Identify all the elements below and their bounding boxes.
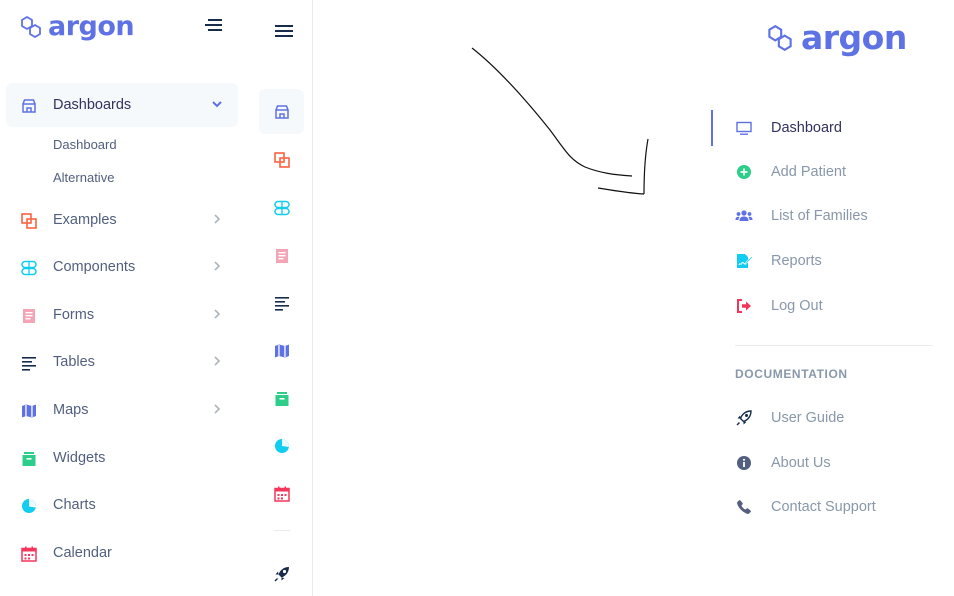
submenu-item-dashboard[interactable]: Dashboard bbox=[53, 137, 117, 152]
chevron-right-icon bbox=[210, 307, 224, 321]
archive-icon bbox=[275, 391, 288, 406]
chevron-right-icon bbox=[210, 259, 224, 273]
hamburger-icon bbox=[275, 25, 293, 37]
sidenav-toggler[interactable] bbox=[203, 17, 223, 33]
calendar-icon bbox=[20, 545, 38, 563]
mini-sidebar bbox=[252, 0, 313, 596]
sidebar-item-label: Dashboards bbox=[53, 97, 132, 113]
ui-pills-icon bbox=[20, 259, 38, 277]
nav-item-reports[interactable]: Reports bbox=[735, 246, 935, 276]
nav-item-list-of-families[interactable]: List of Families bbox=[735, 201, 935, 231]
mini-item-maps[interactable] bbox=[259, 328, 304, 373]
submenu-item-alternative[interactable]: Alternative bbox=[53, 170, 114, 185]
hexagons-icon bbox=[768, 25, 792, 51]
calendar-icon bbox=[273, 486, 290, 502]
mini-item-forms[interactable] bbox=[259, 233, 304, 278]
sidebar-item-widgets[interactable]: Widgets bbox=[6, 436, 238, 480]
mini-divider bbox=[274, 530, 290, 531]
chevron-right-icon bbox=[210, 354, 224, 368]
nav-item-label: Log Out bbox=[771, 298, 823, 314]
map-big-icon bbox=[20, 402, 38, 420]
nav-item-label: Contact Support bbox=[771, 499, 876, 515]
single-copy-icon bbox=[275, 248, 288, 263]
nav-item-log-out[interactable]: Log Out bbox=[735, 291, 935, 321]
info-icon bbox=[735, 454, 753, 472]
ui-pills-icon bbox=[273, 200, 290, 215]
nav-item-label: Dashboard bbox=[771, 120, 842, 136]
mini-item-charts[interactable] bbox=[259, 423, 304, 468]
mini-item-dashboards[interactable] bbox=[259, 89, 304, 134]
nav-item-contact-support[interactable]: Contact Support bbox=[735, 492, 935, 522]
sidebar-item-label: Components bbox=[53, 259, 136, 275]
shop-icon bbox=[274, 104, 289, 119]
nav-item-user-guide[interactable]: User Guide bbox=[735, 403, 935, 433]
nav-item-label: About Us bbox=[771, 455, 831, 471]
brand-logo-right[interactable]: argon bbox=[767, 20, 907, 56]
sidebar-item-forms[interactable]: Forms bbox=[6, 293, 238, 337]
file-signature-icon bbox=[735, 252, 753, 270]
sign-out-icon bbox=[735, 297, 753, 315]
chevron-right-icon bbox=[210, 402, 224, 416]
documentation-heading: DOCUMENTATION bbox=[735, 367, 848, 381]
shop-icon bbox=[20, 97, 38, 115]
mini-item-components[interactable] bbox=[259, 185, 304, 230]
mini-item-examples[interactable] bbox=[259, 137, 304, 182]
sidenav-toggler-icon bbox=[205, 19, 222, 31]
pie-chart-icon bbox=[274, 438, 289, 453]
nav-item-label: User Guide bbox=[771, 410, 845, 426]
sidebar-item-label: Calendar bbox=[53, 545, 112, 561]
sidebar-item-label: Widgets bbox=[53, 450, 106, 466]
squares-icon bbox=[273, 151, 290, 168]
nav-divider bbox=[735, 345, 933, 346]
align-left-icon bbox=[20, 354, 38, 372]
nav-item-label: Add Patient bbox=[771, 164, 846, 180]
sidebar-item-examples[interactable]: Examples bbox=[6, 198, 238, 242]
brand-name: argon bbox=[801, 18, 907, 57]
users-icon bbox=[735, 207, 753, 225]
sidebar-item-label: Maps bbox=[53, 402, 89, 418]
tv-icon bbox=[735, 119, 753, 137]
mini-item-tables[interactable] bbox=[259, 280, 304, 325]
nav-item-dashboard[interactable]: Dashboard bbox=[735, 113, 935, 143]
map-big-icon bbox=[274, 344, 289, 357]
sidebar-item-maps[interactable]: Maps bbox=[6, 388, 238, 432]
sidebar-item-components[interactable]: Components bbox=[6, 245, 238, 289]
nav-item-label: List of Families bbox=[771, 208, 868, 224]
mini-item-getting-started[interactable] bbox=[259, 551, 304, 596]
hexagons-icon bbox=[21, 16, 41, 38]
nav-item-add-patient[interactable]: Add Patient bbox=[735, 157, 935, 187]
sidebar-item-dashboards[interactable]: Dashboards bbox=[6, 83, 238, 127]
pie-chart-icon bbox=[20, 497, 38, 515]
nav-item-label: Reports bbox=[771, 253, 822, 269]
sidebar-item-tables[interactable]: Tables bbox=[6, 340, 238, 384]
sidebar-item-label: Tables bbox=[53, 354, 95, 370]
phone-icon bbox=[735, 498, 753, 516]
chevron-down-icon bbox=[210, 97, 224, 111]
brand-logo[interactable]: argon bbox=[20, 11, 135, 42]
sidebar-item-label: Charts bbox=[53, 497, 96, 513]
nav-item-about-us[interactable]: About Us bbox=[735, 448, 935, 478]
align-left-icon bbox=[274, 296, 289, 311]
single-copy-icon bbox=[20, 307, 38, 325]
archive-icon bbox=[20, 450, 38, 468]
chevron-right-icon bbox=[210, 212, 224, 226]
sidebar-item-calendar[interactable]: Calendar bbox=[6, 531, 238, 575]
hamburger-button[interactable] bbox=[274, 24, 294, 40]
plus-circle-icon bbox=[735, 163, 753, 181]
sidebar-item-label: Forms bbox=[53, 307, 95, 323]
brand-name: argon bbox=[48, 11, 135, 42]
sidebar-item-charts[interactable]: Charts bbox=[6, 483, 238, 527]
spaceship-icon bbox=[735, 409, 753, 427]
hand-drawn-arrow bbox=[471, 47, 649, 195]
rocket-icon bbox=[274, 566, 289, 581]
sidebar-item-label: Examples bbox=[53, 212, 117, 228]
mini-item-widgets[interactable] bbox=[259, 376, 304, 421]
active-indicator bbox=[711, 110, 713, 146]
squares-icon bbox=[20, 212, 38, 230]
mini-item-calendar[interactable] bbox=[259, 471, 304, 516]
